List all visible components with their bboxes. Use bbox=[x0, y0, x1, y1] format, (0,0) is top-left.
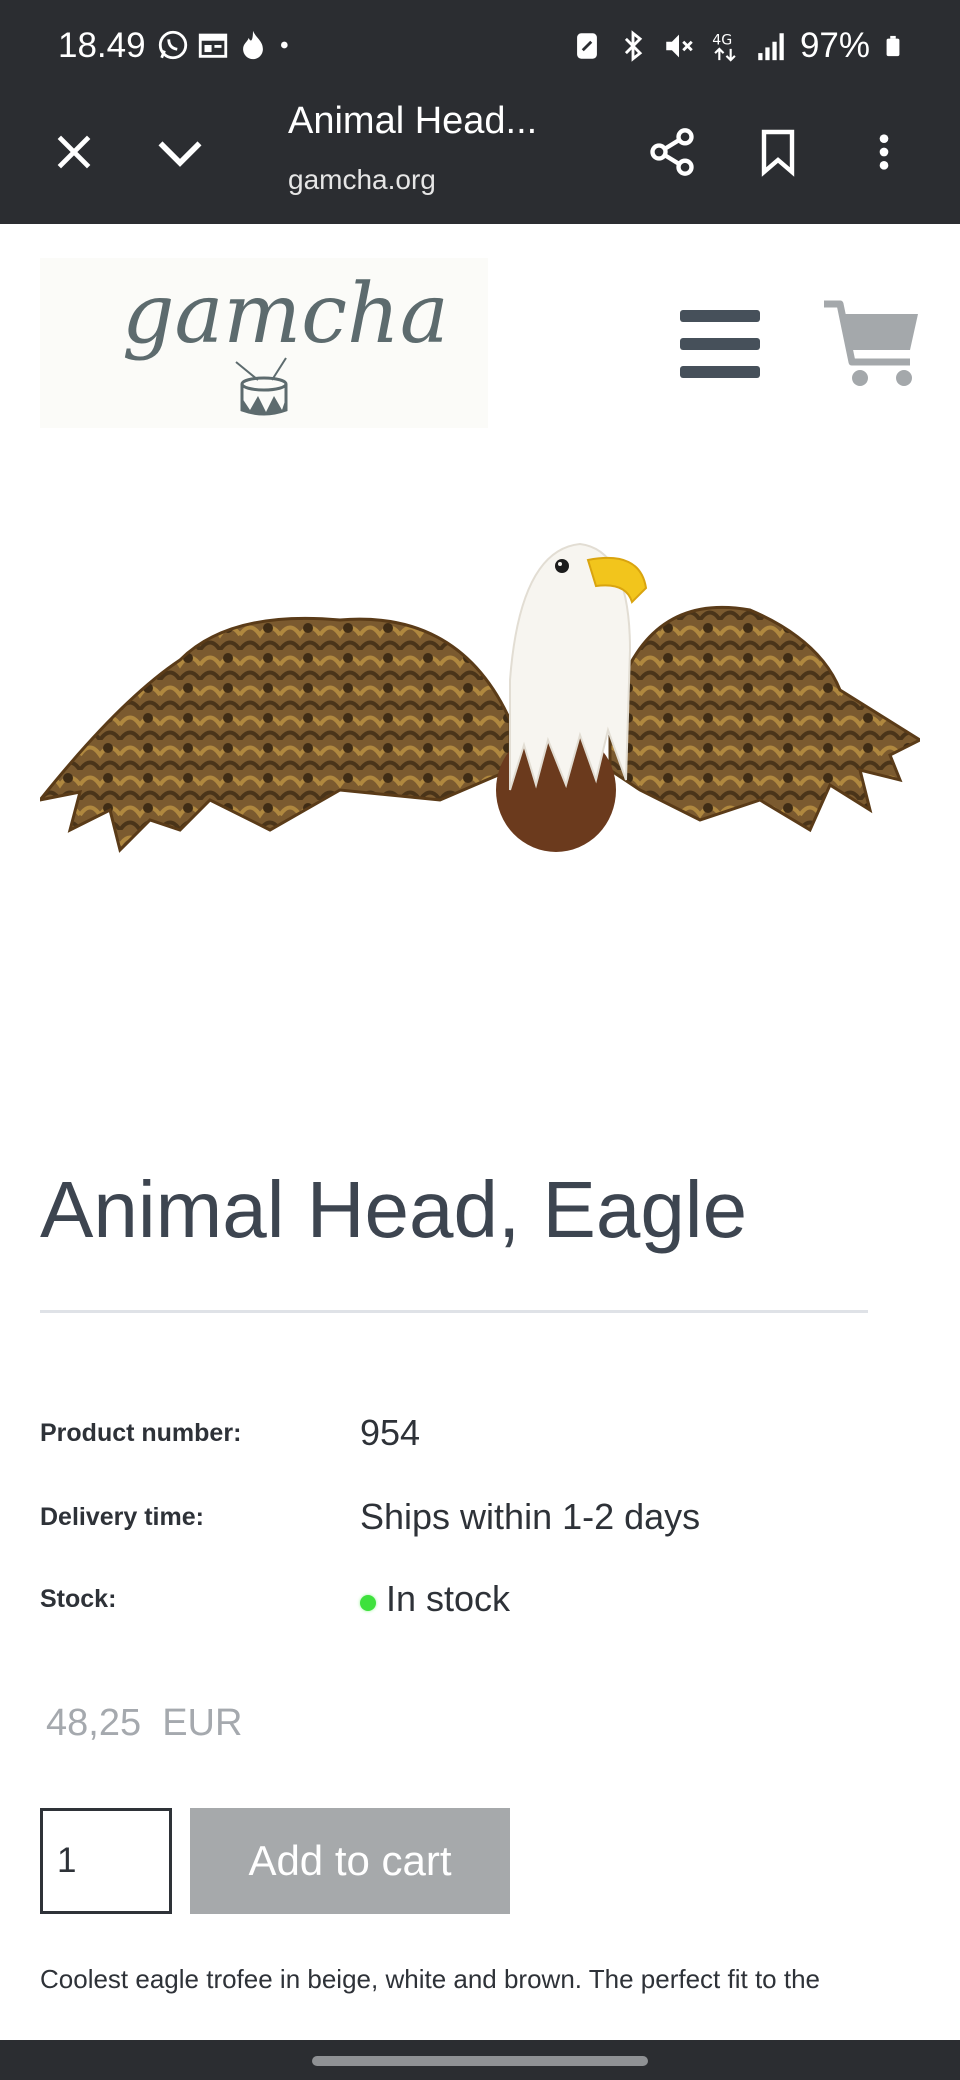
product-number-label: Product number: bbox=[40, 1418, 242, 1447]
product-number-value: 954 bbox=[360, 1412, 421, 1453]
close-icon bbox=[57, 135, 91, 169]
minimize-button[interactable] bbox=[144, 116, 216, 188]
bookmark-icon bbox=[761, 129, 795, 177]
bookmark-button[interactable] bbox=[742, 116, 814, 188]
stock-label: Stock: bbox=[40, 1584, 117, 1613]
product-description: Coolest eagle trofee in beige, white and… bbox=[40, 1964, 820, 1994]
delivery-time-label: Delivery time: bbox=[40, 1502, 204, 1531]
network-4g-icon: 4G bbox=[712, 33, 736, 62]
page-title: Animal Head... bbox=[288, 100, 538, 142]
product-image[interactable] bbox=[36, 530, 924, 900]
signal-icon bbox=[758, 33, 784, 61]
site-logo[interactable]: gamcha bbox=[40, 258, 488, 428]
cart-icon bbox=[824, 300, 918, 386]
status-bar: 18.49 4G 97% bbox=[0, 0, 960, 96]
stock-row: Stock: In stock bbox=[40, 1578, 920, 1620]
product-title: Animal Head, Eagle bbox=[40, 1165, 748, 1254]
system-navigation-bar bbox=[0, 2040, 960, 2080]
flame-icon bbox=[243, 30, 263, 60]
battery-icon bbox=[886, 35, 900, 57]
delivery-time-row: Delivery time: Ships within 1-2 days bbox=[40, 1496, 920, 1538]
quantity-input[interactable] bbox=[40, 1808, 172, 1914]
title-divider bbox=[40, 1310, 868, 1313]
calendar-icon bbox=[198, 33, 228, 58]
home-gesture-handle[interactable] bbox=[312, 2056, 648, 2066]
delivery-time-value: Ships within 1-2 days bbox=[360, 1496, 701, 1537]
close-tab-button[interactable] bbox=[38, 116, 110, 188]
share-icon bbox=[650, 128, 694, 176]
menu-button[interactable] bbox=[680, 310, 762, 380]
menu-bar bbox=[680, 366, 760, 378]
product-price: 48,25 EUR bbox=[46, 1702, 243, 1744]
eagle-image bbox=[36, 542, 924, 853]
mute-icon bbox=[666, 34, 693, 58]
stock-value: In stock bbox=[360, 1578, 510, 1620]
stock-status-text: In stock bbox=[386, 1578, 511, 1619]
status-time: 18.49 bbox=[58, 26, 146, 65]
nfc-icon bbox=[577, 33, 597, 59]
bluetooth-icon bbox=[624, 30, 643, 62]
more-vertical-icon bbox=[879, 134, 889, 170]
status-left-icons bbox=[156, 28, 296, 62]
drum-icon bbox=[235, 357, 288, 416]
dot-icon bbox=[281, 41, 288, 49]
status-right-icons: 4G 97% bbox=[570, 26, 904, 66]
page-url[interactable]: gamcha.org bbox=[288, 164, 436, 196]
stock-status-dot bbox=[360, 1595, 376, 1611]
logo-mark: gamcha bbox=[122, 267, 449, 416]
logo-text: gamcha bbox=[122, 267, 449, 362]
right-wing bbox=[608, 605, 924, 833]
cart-button[interactable] bbox=[820, 296, 924, 392]
svg-text:4G: 4G bbox=[712, 33, 732, 49]
product-number-row: Product number: 954 bbox=[40, 1412, 920, 1454]
add-to-cart-button[interactable]: Add to cart bbox=[190, 1808, 510, 1914]
eagle-eye bbox=[555, 559, 569, 573]
more-options-button[interactable] bbox=[848, 116, 920, 188]
menu-bar bbox=[680, 310, 760, 322]
left-wing bbox=[36, 616, 512, 853]
chevron-down-icon bbox=[158, 141, 202, 167]
browser-toolbar: Animal Head... gamcha.org bbox=[0, 96, 960, 224]
share-button[interactable] bbox=[636, 116, 708, 188]
battery-percent: 97% bbox=[799, 26, 870, 65]
whatsapp-icon bbox=[158, 30, 188, 60]
menu-bar bbox=[680, 338, 760, 350]
